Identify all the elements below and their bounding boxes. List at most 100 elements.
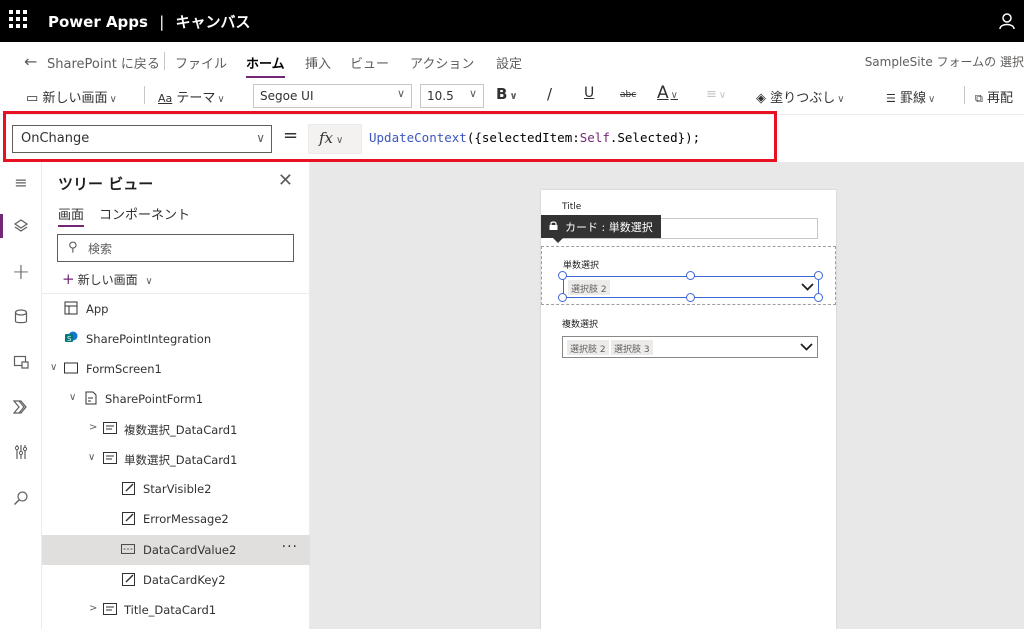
tree-node-datacardvalue2[interactable]: DataCardValue2 ···: [42, 535, 310, 565]
chevron-down-icon[interactable]: [800, 340, 813, 353]
border-button[interactable]: ☰ 罫線 ∨: [886, 87, 935, 106]
tree-node-sharepointintegration[interactable]: S SharePointIntegration: [42, 324, 310, 354]
insert-plus-icon[interactable]: +: [0, 252, 42, 292]
fill-button[interactable]: ◈ 塗りつぶし ∨: [756, 87, 845, 106]
tree-node-formscreen1[interactable]: ∨ FormScreen1: [42, 354, 310, 384]
menu-file[interactable]: ファイル: [175, 53, 227, 72]
search-icon[interactable]: [0, 478, 42, 518]
sharepoint-icon: S: [65, 331, 78, 343]
resize-handle[interactable]: [686, 271, 695, 280]
strikethrough-button[interactable]: abc: [620, 90, 636, 100]
font-color-button[interactable]: A ∨: [657, 83, 678, 103]
tree-node-starvisible2[interactable]: StarVisible2: [42, 474, 310, 504]
tree-node-title-datacard[interactable]: > Title_DataCard1: [42, 595, 310, 625]
formula-bar: OnChange ∨ = fx ∨ UpdateContext({selected…: [0, 114, 1024, 162]
power-automate-icon[interactable]: [0, 387, 42, 427]
data-icon[interactable]: [0, 297, 42, 337]
chevron-down-icon: ∨: [509, 91, 518, 102]
chevron-down-icon: ∨: [217, 94, 225, 105]
reorder-label: 再配: [987, 91, 1014, 106]
ribbon-divider: [144, 86, 145, 104]
app-checker-icon[interactable]: [998, 12, 1016, 30]
menu-settings[interactable]: 設定: [496, 53, 522, 72]
border-label: 罫線: [900, 91, 927, 106]
form-screen-preview[interactable]: Title カード : 単数選択 単数選択 選択肢 2 複数選択 選択肢 2 選…: [541, 190, 836, 629]
chevron-down-icon: ∨: [396, 87, 405, 100]
selected-chip: 選択肢 2: [567, 340, 609, 355]
menu-action[interactable]: アクション: [410, 53, 474, 72]
advanced-tools-icon[interactable]: [0, 432, 42, 472]
tab-components[interactable]: コンポーネント: [99, 204, 190, 223]
form-icon: [85, 391, 97, 405]
more-options-icon[interactable]: ···: [282, 539, 298, 555]
reorder-button[interactable]: ⧉ 再配: [975, 87, 1013, 106]
font-family-value: Segoe UI: [260, 89, 314, 103]
app-launcher-icon[interactable]: [9, 10, 27, 28]
tree-node-errormessage2[interactable]: ErrorMessage2: [42, 504, 310, 534]
selected-datacard-outline[interactable]: カード : 単数選択 単数選択 選択肢 2: [541, 215, 836, 305]
tooltip-text: カード : 単数選択: [565, 221, 653, 234]
menu-home[interactable]: ホーム: [246, 53, 285, 79]
chevron-down-icon[interactable]: ∨: [69, 392, 76, 403]
selected-chip: 選択肢 2: [568, 280, 610, 295]
align-icon[interactable]: ≡ ∨: [706, 87, 726, 102]
theme-button[interactable]: Aa テーマ ∨: [158, 87, 225, 106]
back-arrow-icon[interactable]: ←: [24, 52, 37, 71]
chevron-down-icon[interactable]: ∨: [50, 362, 57, 373]
resize-handle[interactable]: [558, 271, 567, 280]
back-to-sharepoint-link[interactable]: SharePoint に戻る: [47, 53, 160, 72]
formula-function: UpdateContext: [369, 130, 467, 145]
multi-choice-combobox[interactable]: 選択肢 2 選択肢 3: [562, 336, 818, 358]
tab-screens[interactable]: 画面: [58, 204, 85, 227]
menu-divider: [164, 52, 165, 70]
resize-handle[interactable]: [558, 293, 567, 302]
underline-button[interactable]: U: [584, 85, 594, 101]
resize-handle[interactable]: [814, 293, 823, 302]
font-family-select[interactable]: Segoe UI ∨: [253, 84, 412, 108]
design-canvas[interactable]: Title カード : 単数選択 単数選択 選択肢 2 複数選択 選択肢 2 選…: [310, 162, 1024, 629]
formula-input[interactable]: UpdateContext({selectedItem:Self.Selecte…: [369, 130, 700, 145]
tree-search-input[interactable]: ⚲ 検索: [57, 234, 294, 262]
label-edit-icon: [122, 512, 135, 525]
property-select[interactable]: OnChange ∨: [12, 125, 272, 153]
chevron-right-icon[interactable]: >: [89, 422, 97, 433]
media-icon[interactable]: [0, 342, 42, 382]
resize-handle[interactable]: [686, 293, 695, 302]
app-title: Power Apps | キャンバス: [48, 11, 251, 32]
app-name: Power Apps: [48, 13, 148, 31]
property-value: OnChange: [21, 131, 90, 146]
fx-button[interactable]: fx ∨: [308, 124, 362, 154]
italic-button[interactable]: /: [547, 85, 552, 103]
tree-node-label: SharePointIntegration: [86, 332, 212, 346]
tree-node-label: FormScreen1: [86, 362, 162, 376]
tree-view-title: ツリー ビュー: [58, 175, 154, 193]
tree-node-datacardkey2[interactable]: DataCardKey2: [42, 565, 310, 595]
close-icon[interactable]: ✕: [278, 170, 293, 191]
formula-self: Self: [579, 130, 610, 145]
chevron-down-icon[interactable]: [801, 280, 814, 293]
tree-node-app[interactable]: App: [42, 294, 310, 324]
chevron-down-icon[interactable]: ∨: [88, 452, 95, 463]
data-source-label: SampleSite フォームの 選択: [864, 55, 1024, 69]
new-screen-button[interactable]: ▭ 新しい画面 ∨: [26, 87, 117, 106]
tree-node-label: SharePointForm1: [105, 392, 204, 406]
chevron-down-icon: ∨: [468, 87, 477, 100]
chevron-right-icon[interactable]: >: [89, 603, 97, 614]
resize-handle[interactable]: [814, 271, 823, 280]
tree-node-single-datacard[interactable]: ∨ 単数選択_DataCard1: [42, 444, 310, 474]
tree-node-sharepointform1[interactable]: ∨ SharePointForm1: [42, 384, 310, 414]
font-size-select[interactable]: 10.5 ∨: [420, 84, 484, 108]
hamburger-menu-icon[interactable]: ≡: [0, 162, 42, 202]
menu-insert[interactable]: 挿入: [305, 53, 331, 72]
tree-view-icon[interactable]: [0, 206, 42, 246]
theme-icon: Aa: [158, 92, 173, 105]
formula-rest: .Selected});: [609, 130, 701, 145]
tree-new-screen-button[interactable]: + 新しい画面 ∨: [62, 270, 153, 288]
equals-sign: =: [283, 125, 299, 146]
fill-label: 塗りつぶし: [770, 91, 836, 106]
bold-button[interactable]: B ∨: [496, 85, 518, 103]
menu-view[interactable]: ビュー: [350, 53, 389, 72]
chevron-down-icon: ∨: [256, 131, 265, 145]
tree-node-multi-datacard[interactable]: > 複数選択_DataCard1: [42, 414, 310, 444]
theme-label: テーマ: [176, 91, 216, 106]
